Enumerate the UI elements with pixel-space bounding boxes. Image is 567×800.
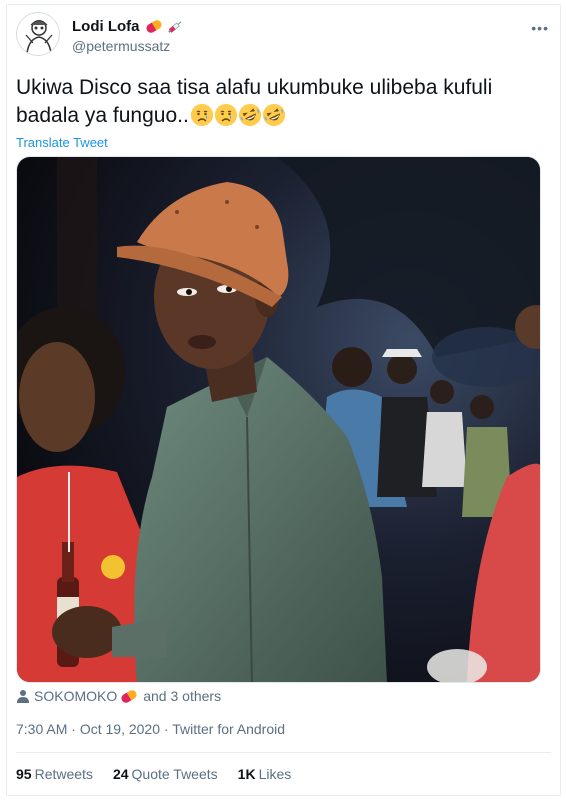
quote-tweets-label: Quote Tweets [131,766,218,782]
tweet-timestamp: 7:30 AM · Oct 19, 2020 · Twitter for And… [16,721,285,737]
retweets-stat[interactable]: 95 Retweets [16,766,93,782]
tweet-source[interactable]: Twitter for Android [172,721,285,737]
tweet-header: Lodi Lofa @petermussatz ••• [16,10,557,60]
tweet-date[interactable]: Oct 19, 2020 [80,721,160,737]
likes-stat[interactable]: 1K Likes [238,766,292,782]
translate-tweet-link[interactable]: Translate Tweet [16,135,108,150]
quote-tweets-count: 24 [112,766,129,782]
liker-name[interactable]: SOKOMOKO [34,688,117,704]
tweet-time[interactable]: 7:30 AM [16,721,67,737]
tweet-text: Ukiwa Disco saa tisa alafu ukumbuke ulib… [16,74,536,130]
divider [16,752,551,753]
retweets-label: Retweets [34,766,93,782]
likes-label: Likes [258,766,292,782]
user-icon [17,690,29,703]
display-name[interactable]: Lodi Lofa [72,18,140,35]
avatar[interactable] [16,12,60,56]
crying-face-emoji-icon [214,104,237,126]
more-options-icon[interactable]: ••• [531,20,549,36]
syringe-emoji-icon [167,20,183,34]
tweet-stats: 95 Retweets 24 Quote Tweets 1K Likes [16,766,291,782]
tweet-photo[interactable] [16,156,541,683]
retweets-count: 95 [16,766,32,782]
rolling-laughing-face-emoji-icon [238,104,261,126]
party-photo-illustration [17,157,540,682]
separator: · [163,721,173,737]
separator: · [71,721,80,737]
quote-tweets-stat[interactable]: 24 Quote Tweets [113,766,218,782]
display-name-row[interactable]: Lodi Lofa [72,18,183,35]
liker-others[interactable]: and 3 others [143,688,221,704]
pill-emoji-icon [120,688,139,704]
pill-emoji-icon [144,18,163,35]
likes-count: 1K [237,766,256,782]
liked-by-row[interactable]: SOKOMOKO and 3 others [16,688,221,704]
avatar-sketch-icon [25,20,53,54]
rolling-laughing-face-emoji-icon [262,104,285,126]
crying-face-emoji-icon [190,104,213,126]
user-handle[interactable]: @petermussatz [72,38,170,54]
